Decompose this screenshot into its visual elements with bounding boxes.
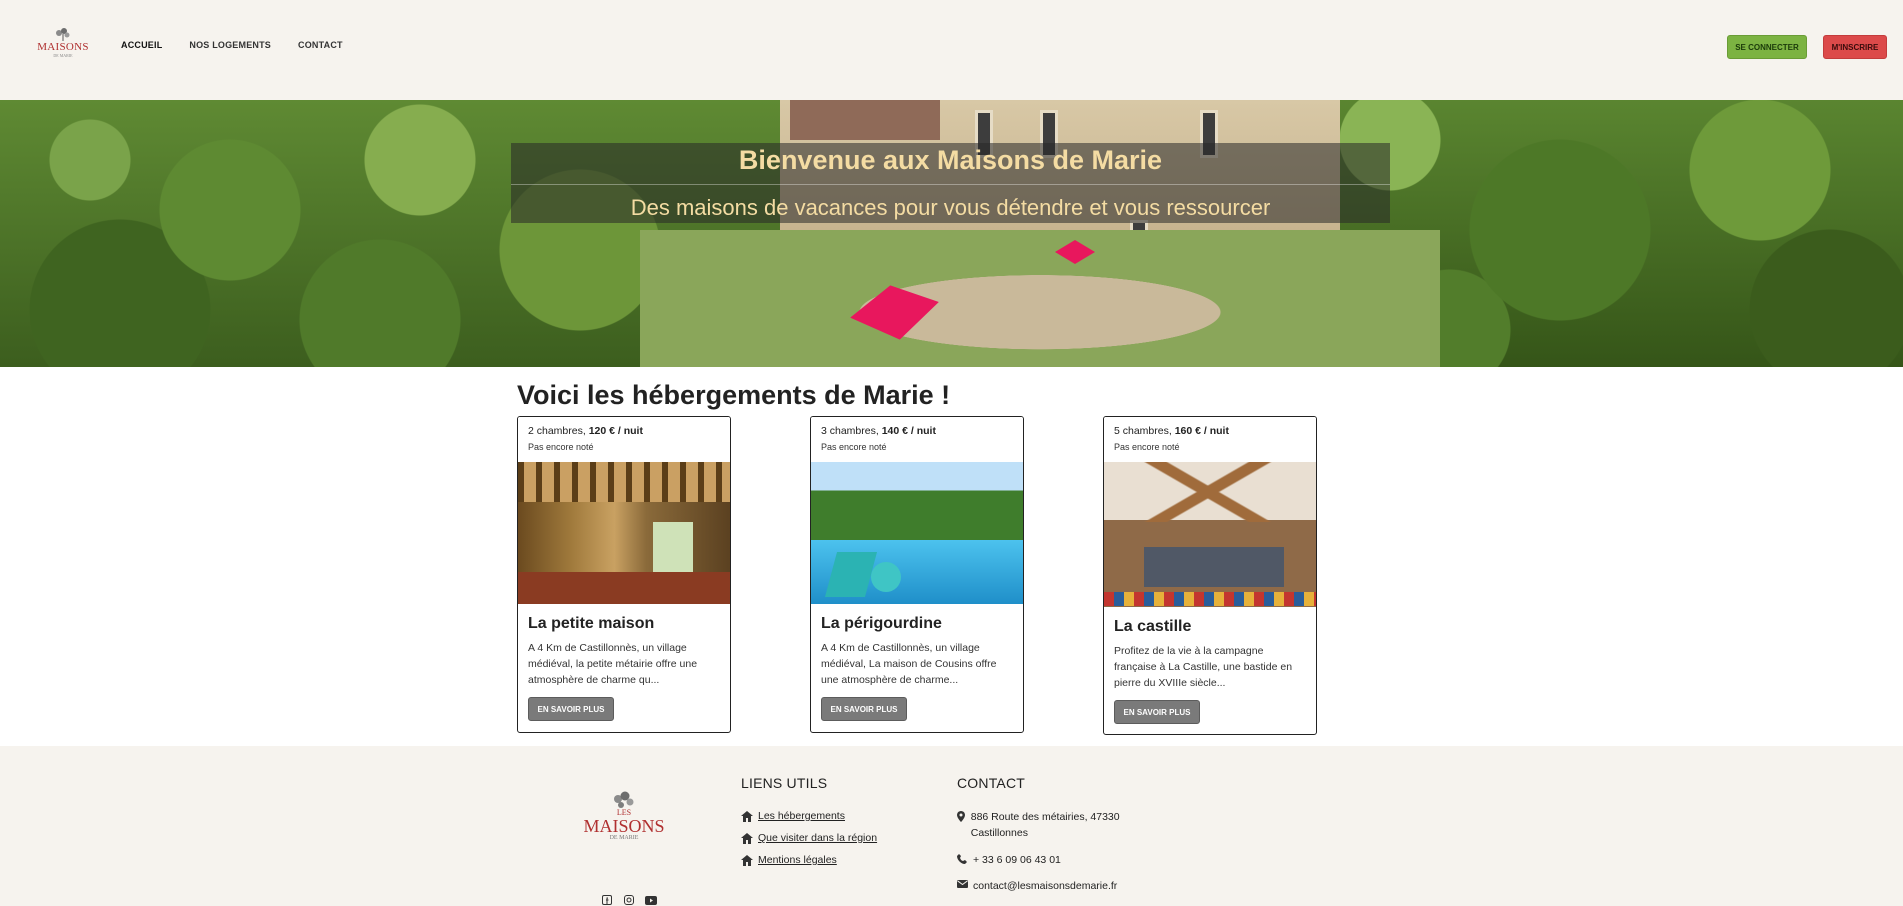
envelope-icon (957, 880, 968, 892)
card-photo[interactable] (811, 462, 1023, 604)
card-rating: Pas encore noté (528, 442, 594, 452)
main-nav: ACCUEIL NOS LOGEMENTS CONTACT (121, 40, 370, 50)
more-info-button[interactable]: EN SAVOIR PLUS (528, 697, 614, 721)
footer-phone[interactable]: + 33 6 09 06 43 01 (957, 852, 1061, 868)
card-description: A 4 Km de Castillonnès, un village médié… (821, 642, 997, 686)
listing-card: 3 chambres, 140 € / nuit Pas encore noté… (810, 416, 1024, 733)
card-rooms-price: 2 chambres, 120 € / nuit (528, 424, 720, 438)
card-price: 120 € / nuit (588, 425, 643, 437)
instagram-icon[interactable] (623, 894, 635, 906)
card-photo[interactable] (518, 462, 730, 604)
nav-link-accueil[interactable]: ACCUEIL (121, 40, 162, 50)
site-logo[interactable]: MAISONS DE MARIE (36, 22, 90, 58)
more-info-button[interactable]: EN SAVOIR PLUS (1114, 700, 1200, 724)
card-title: La castille (1114, 618, 1192, 635)
card-rating: Pas encore noté (821, 442, 887, 452)
logo-flower-icon (614, 791, 634, 808)
card-header: 2 chambres, 120 € / nuit Pas encore noté (518, 417, 730, 462)
nav-link-logements[interactable]: NOS LOGEMENTS (189, 40, 271, 50)
footer-email-text: contact@lesmaisonsdemarie.fr (973, 880, 1118, 892)
card-header: 3 chambres, 140 € / nuit Pas encore noté (811, 417, 1023, 462)
navbar: MAISONS DE MARIE ACCUEIL NOS LOGEMENTS C… (0, 0, 1903, 100)
footer-phone-text: + 33 6 09 06 43 01 (973, 854, 1061, 866)
listing-card: 2 chambres, 120 € / nuit Pas encore noté… (517, 416, 731, 733)
home-icon (741, 854, 753, 866)
hero-image-lawn (640, 230, 1440, 367)
card-price: 160 € / nuit (1174, 425, 1229, 437)
card-title: La périgourdine (821, 615, 942, 632)
listing-card: 5 chambres, 160 € / nuit Pas encore noté… (1103, 416, 1317, 735)
logo-word: MAISONS (37, 41, 89, 53)
footer-email[interactable]: contact@lesmaisonsdemarie.fr (957, 878, 1117, 894)
footer-link-label: Que visiter dans la région (758, 832, 878, 844)
social-links (601, 894, 657, 906)
map-pin-icon (957, 811, 966, 823)
footer-address-text: 886 Route des métairies, 47330 Castillon… (970, 811, 1120, 839)
phone-icon (957, 854, 968, 866)
login-button[interactable]: SE CONNECTER (1727, 35, 1807, 59)
card-rooms: 3 chambres, (821, 425, 879, 437)
hero-title: Bienvenue aux Maisons de Marie (738, 145, 1163, 175)
hero-image-roof (790, 100, 940, 140)
card-rooms: 5 chambres, (1114, 425, 1172, 437)
facebook-icon[interactable] (601, 894, 613, 906)
footer-link-hebergements[interactable]: Les hébergements (741, 810, 845, 822)
card-title: La petite maison (528, 615, 655, 632)
logo-flower-icon (56, 28, 70, 41)
signup-button[interactable]: M'INSCRIRE (1823, 35, 1887, 59)
footer-links-title: LIENS UTILS (741, 775, 828, 791)
hero-banner (0, 100, 1903, 367)
footer-logo-word: MAISONS (583, 816, 665, 836)
section-title: Voici les hébergements de Marie ! (517, 380, 951, 410)
card-rating: Pas encore noté (1114, 442, 1180, 452)
footer-logo[interactable]: LES MAISONS DE MARIE (580, 791, 668, 846)
home-icon (741, 810, 753, 822)
card-rooms-price: 5 chambres, 160 € / nuit (1114, 424, 1306, 438)
nav-link-contact[interactable]: CONTACT (298, 40, 343, 50)
card-rooms-price: 3 chambres, 140 € / nuit (821, 424, 1013, 438)
youtube-icon[interactable] (645, 894, 657, 906)
footer-address: 886 Route des métairies, 47330 Castillon… (957, 809, 1137, 841)
card-header: 5 chambres, 160 € / nuit Pas encore noté (1104, 417, 1316, 462)
footer-link-label: Mentions légales (758, 854, 837, 866)
footer-link-label: Les hébergements (758, 810, 845, 822)
logo-sub: DE MARIE (53, 53, 73, 58)
card-description: A 4 Km de Castillonnès, un village médié… (528, 642, 698, 686)
hero-subtitle: Des maisons de vacances pour vous détend… (630, 195, 1271, 220)
footer-contact-title: CONTACT (957, 775, 1026, 791)
card-price: 140 € / nuit (881, 425, 936, 437)
card-rooms: 2 chambres, (528, 425, 586, 437)
more-info-button[interactable]: EN SAVOIR PLUS (821, 697, 907, 721)
footer-link-mentions[interactable]: Mentions légales (741, 854, 837, 866)
card-description: Profitez de la vie à la campagne françai… (1114, 645, 1293, 689)
footer: LES MAISONS DE MARIE LIENS UTILS Les héb… (0, 746, 1903, 906)
card-photo[interactable] (1104, 462, 1316, 607)
footer-link-visiter[interactable]: Que visiter dans la région (741, 832, 877, 844)
home-icon (741, 832, 753, 844)
footer-logo-sub: DE MARIE (609, 835, 639, 841)
